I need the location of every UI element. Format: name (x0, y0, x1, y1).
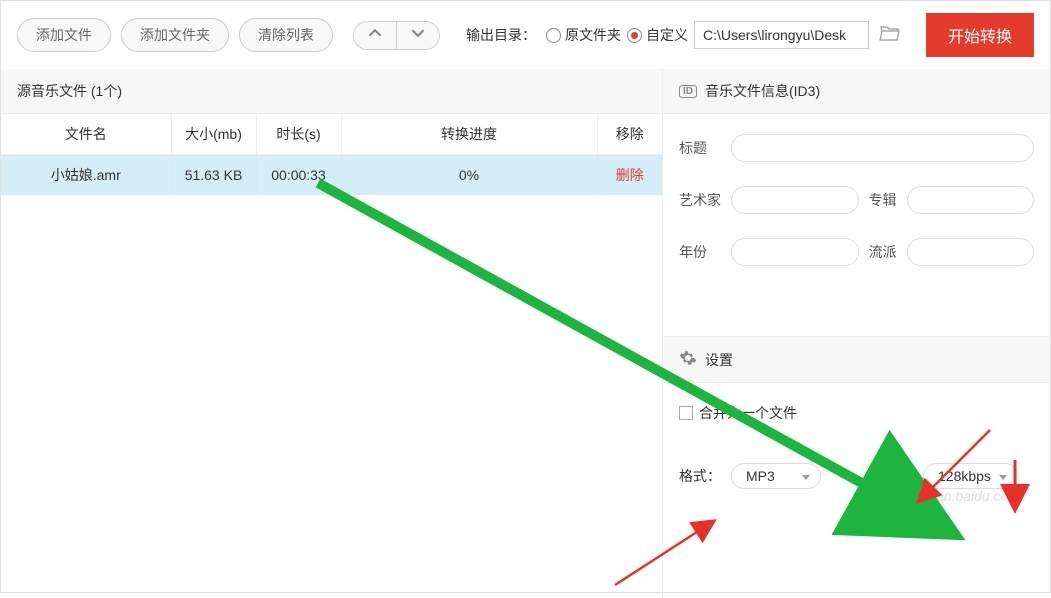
format-row: 格式： MP3 质量： 128kbps (679, 463, 1034, 489)
delete-row-link[interactable]: 删除 (616, 167, 644, 183)
cell-duration: 00:00:33 (256, 155, 341, 196)
output-path-input[interactable] (694, 21, 869, 49)
move-down-button[interactable] (397, 22, 439, 49)
year-label: 年份 (679, 242, 721, 262)
source-panel-header: 源音乐文件 (1个) (1, 69, 662, 114)
merge-label: 合并为一个文件 (699, 403, 797, 423)
album-input[interactable] (907, 186, 1035, 214)
title-input[interactable] (731, 134, 1034, 162)
start-convert-button[interactable]: 开始转换 (926, 13, 1034, 57)
format-value: MP3 (746, 468, 775, 484)
toolbar: 添加文件 添加文件夹 清除列表 输出目录： 原文件夹 自定义 开始转换 (1, 1, 1050, 69)
radio-original-label: 原文件夹 (565, 25, 621, 45)
output-section: 输出目录： 原文件夹 自定义 (466, 21, 901, 49)
id-icon: ID (679, 85, 697, 98)
artist-label: 艺术家 (679, 190, 721, 210)
year-input[interactable] (731, 238, 859, 266)
title-label: 标题 (679, 138, 721, 158)
col-filename: 文件名 (1, 114, 171, 155)
cell-size: 51.63 KB (171, 155, 256, 196)
chevron-down-icon (411, 27, 425, 44)
info-panel-header: ID 音乐文件信息(ID3) (663, 69, 1050, 114)
col-size: 大小(mb) (171, 114, 256, 155)
col-remove: 移除 (597, 114, 662, 155)
browse-folder-icon[interactable] (879, 24, 901, 47)
right-panel: ID 音乐文件信息(ID3) 标题 艺术家 专辑 年份 流派 设置 合并为一个文… (663, 69, 1050, 598)
reorder-arrows (353, 21, 440, 50)
quality-dropdown[interactable]: 128kbps (923, 463, 1018, 489)
watermark: jingyan.baidu.com (907, 488, 1020, 504)
cell-progress: 0% (341, 155, 597, 196)
genre-input[interactable] (907, 238, 1035, 266)
move-up-button[interactable] (354, 22, 397, 49)
add-folder-button[interactable]: 添加文件夹 (121, 18, 229, 52)
radio-original-folder[interactable]: 原文件夹 (546, 25, 621, 45)
clear-list-button[interactable]: 清除列表 (239, 18, 333, 52)
source-panel-title: 源音乐文件 (1个) (17, 81, 122, 101)
radio-icon (546, 28, 561, 43)
col-progress: 转换进度 (341, 114, 597, 155)
output-dir-label: 输出目录： (466, 25, 536, 45)
main-area: 源音乐文件 (1个) 文件名 大小(mb) 时长(s) 转换进度 移除 小姑娘.… (1, 69, 1050, 598)
artist-input[interactable] (731, 186, 859, 214)
format-dropdown[interactable]: MP3 (731, 463, 821, 489)
merge-checkbox-wrap[interactable]: 合并为一个文件 (679, 403, 1034, 423)
settings-body: 合并为一个文件 格式： MP3 质量： 128kbps jingyan.baid… (663, 383, 1050, 509)
album-label: 专辑 (869, 190, 897, 210)
cell-filename: 小姑娘.amr (1, 155, 171, 196)
settings-header: 设置 (663, 336, 1050, 383)
info-panel-title: 音乐文件信息(ID3) (705, 81, 820, 101)
radio-icon (627, 28, 642, 43)
quality-label: 质量： (871, 466, 913, 486)
id3-fields: 标题 艺术家 专辑 年份 流派 (663, 114, 1050, 286)
gear-icon (679, 349, 697, 370)
source-panel: 源音乐文件 (1个) 文件名 大小(mb) 时长(s) 转换进度 移除 小姑娘.… (1, 69, 663, 598)
quality-value: 128kbps (938, 468, 991, 484)
radio-custom-label: 自定义 (646, 25, 688, 45)
genre-label: 流派 (869, 242, 897, 262)
table-row[interactable]: 小姑娘.amr 51.63 KB 00:00:33 0% 删除 (1, 155, 662, 196)
format-label: 格式： (679, 466, 721, 486)
radio-custom-folder[interactable]: 自定义 (627, 25, 688, 45)
col-duration: 时长(s) (256, 114, 341, 155)
settings-title: 设置 (705, 350, 733, 370)
source-table: 文件名 大小(mb) 时长(s) 转换进度 移除 小姑娘.amr 51.63 K… (1, 114, 662, 195)
add-file-button[interactable]: 添加文件 (17, 18, 111, 52)
chevron-up-icon (368, 27, 382, 44)
checkbox-icon (679, 406, 693, 420)
